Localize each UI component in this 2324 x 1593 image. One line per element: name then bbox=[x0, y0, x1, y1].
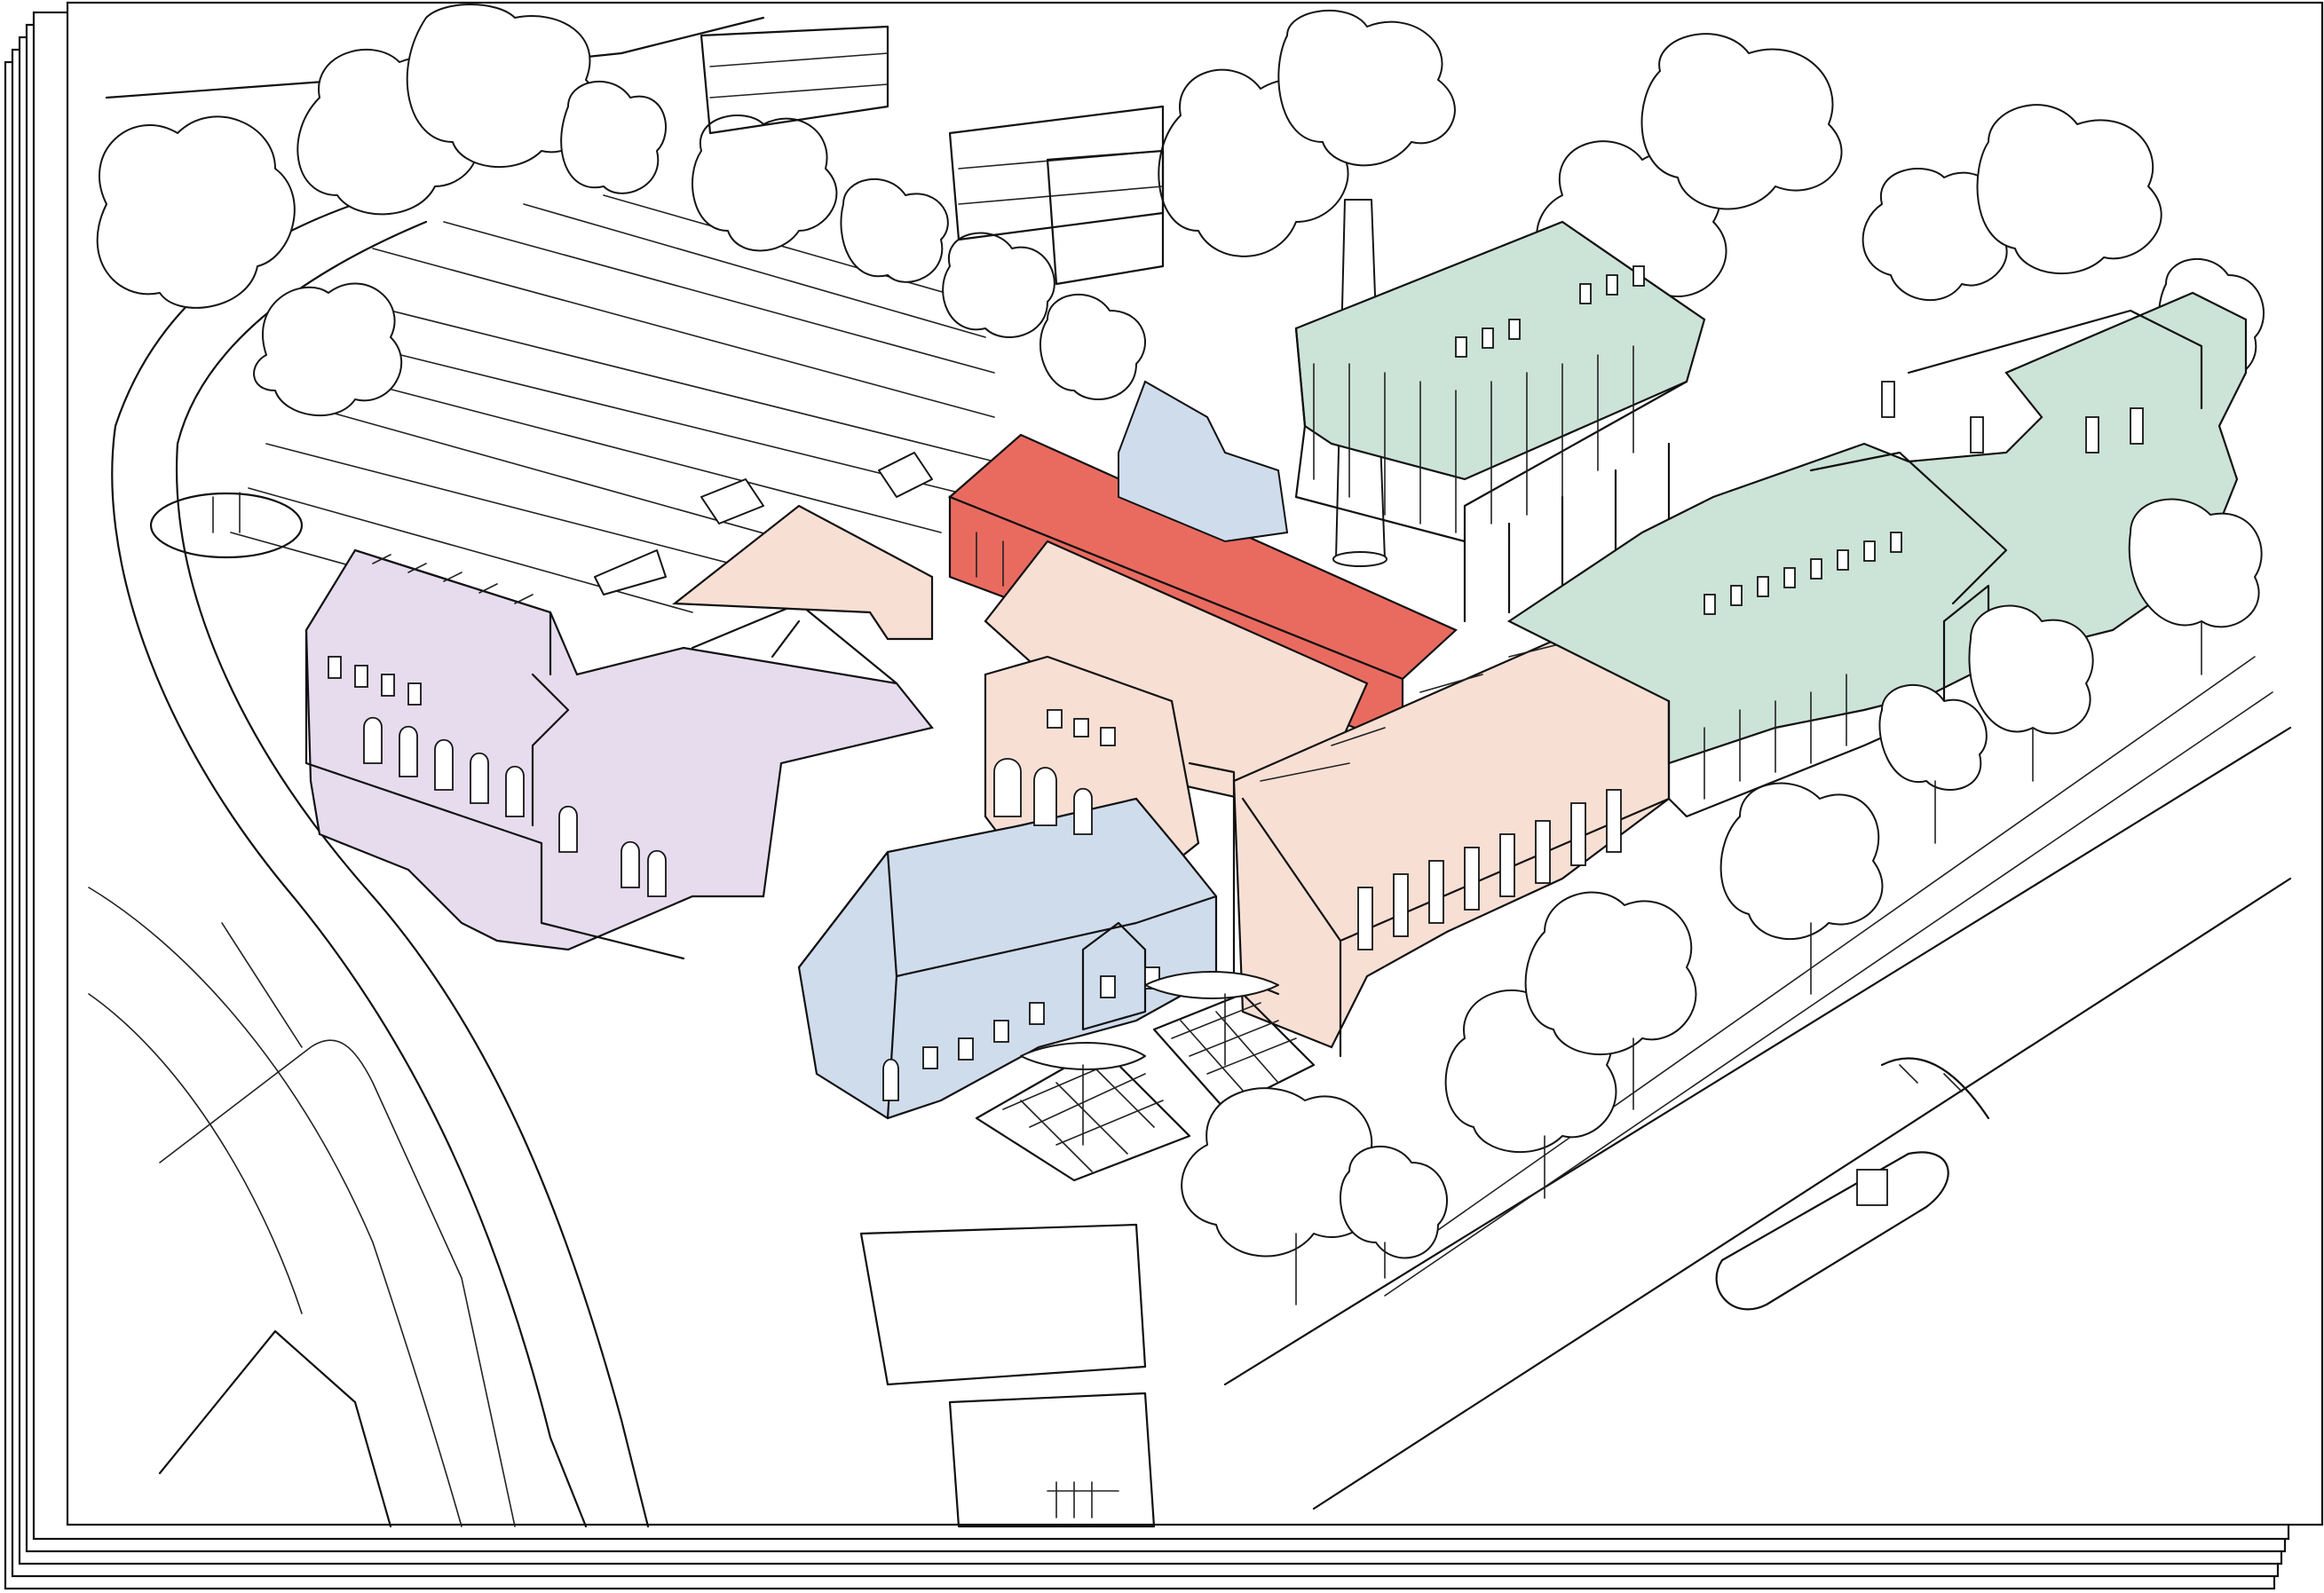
tree-icon bbox=[2128, 498, 2263, 628]
tree-icon bbox=[1968, 604, 2094, 735]
tree-icon bbox=[560, 81, 667, 194]
masterplan-sketch bbox=[4, 1, 2324, 1590]
